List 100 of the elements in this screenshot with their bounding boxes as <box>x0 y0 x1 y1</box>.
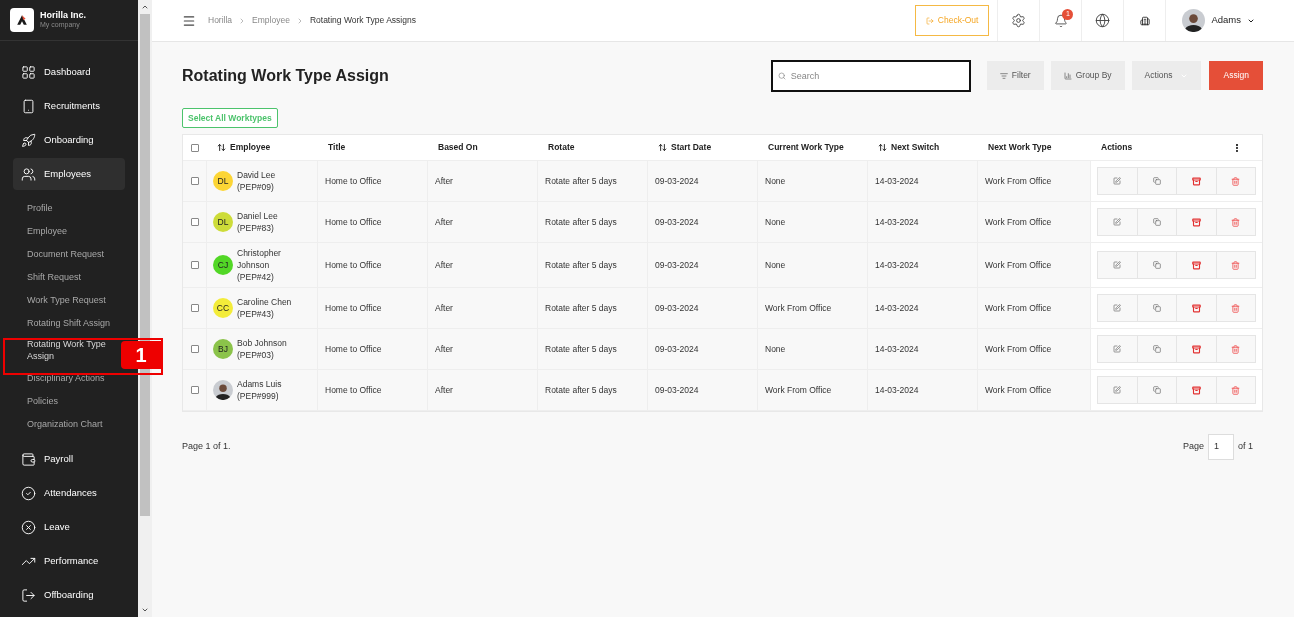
sidebar-subitem[interactable]: Work Type Request <box>0 288 138 311</box>
edit-icon <box>1113 261 1122 269</box>
sidebar-subitem[interactable]: Profile <box>0 196 138 219</box>
sidebar-item[interactable]: Onboarding <box>13 124 125 156</box>
column-header: Next Switch <box>891 141 940 154</box>
checkbox[interactable] <box>191 143 199 152</box>
column-header: Next Work Type <box>988 141 1052 154</box>
table-cell: Work From Office <box>985 258 1052 272</box>
table-cell: 09-03-2024 <box>655 383 699 397</box>
checkbox[interactable] <box>190 304 199 312</box>
archive-icon <box>1191 217 1201 227</box>
table-cell: Rotate after 5 days <box>545 383 617 397</box>
sidebar-subitem[interactable]: Shift Request <box>0 265 138 288</box>
actions-button[interactable]: Actions <box>1131 61 1202 90</box>
checkbox[interactable] <box>190 386 199 394</box>
delete-icon <box>1231 260 1241 270</box>
checkbox[interactable] <box>190 261 199 269</box>
users-icon <box>21 166 36 182</box>
sidebar-subitem[interactable]: Document Request <box>0 242 138 265</box>
sort-icon[interactable] <box>658 143 667 152</box>
sidebar-item[interactable]: Recruitments <box>13 90 125 122</box>
breadcrumb-link[interactable]: Employee <box>252 14 290 27</box>
employee-name: Caroline Chen <box>237 296 293 308</box>
table-cell: 09-03-2024 <box>655 301 699 315</box>
column-header: Actions <box>1101 141 1133 154</box>
step-badge: 1 <box>121 341 161 369</box>
filter-icon <box>999 71 1008 80</box>
table-cell: Work From Office <box>985 301 1052 315</box>
scrollbar[interactable] <box>138 0 152 617</box>
search-field[interactable]: Search <box>770 59 971 92</box>
table-cell: None <box>765 342 786 356</box>
sort-icon[interactable] <box>217 143 226 152</box>
table-cell: None <box>765 174 786 188</box>
employee-name: Bob Johnson <box>237 337 288 349</box>
table-cell: Work From Office <box>765 383 832 397</box>
menu-icon[interactable] <box>182 13 196 28</box>
table-cell: 14-03-2024 <box>875 383 919 397</box>
x-circle-icon <box>21 519 36 535</box>
company-logo <box>10 8 34 32</box>
sidebar-subitem[interactable]: Disciplinary Actions <box>0 366 138 389</box>
sidebar-item[interactable]: Offboarding <box>13 579 125 611</box>
sidebar-subitem[interactable]: Policies <box>0 389 138 412</box>
table-cell: 09-03-2024 <box>655 174 699 188</box>
table-cell: Rotate after 5 days <box>545 258 617 272</box>
edit-icon <box>1113 177 1122 185</box>
checkbox[interactable] <box>190 345 199 353</box>
sidebar-subitem[interactable]: Rotating Work Type Assign <box>0 334 118 366</box>
wallet-icon <box>21 451 36 467</box>
table-cell: 09-03-2024 <box>655 342 699 356</box>
copy-icon <box>1152 261 1161 269</box>
exit-icon <box>21 587 36 603</box>
table-cell: 14-03-2024 <box>875 215 919 229</box>
column-header: Current Work Type <box>768 141 844 154</box>
table-cell: 09-03-2024 <box>655 215 699 229</box>
sidebar-item[interactable]: Performance <box>13 545 125 577</box>
table-cell: After <box>435 383 453 397</box>
table-cell: After <box>435 215 453 229</box>
sidebar-item[interactable]: Leave <box>13 511 125 543</box>
table-cell: Work From Office <box>985 215 1052 229</box>
sidebar-subitem[interactable]: Organization Chart <box>0 412 138 435</box>
grid-icon <box>21 64 36 80</box>
rocket-icon <box>21 132 36 148</box>
check-circle-icon <box>21 485 36 501</box>
filter-button[interactable]: Filter <box>986 61 1044 90</box>
delete-icon <box>1231 303 1241 313</box>
checkbox[interactable] <box>190 177 199 185</box>
page-input[interactable]: 1 <box>1208 434 1234 460</box>
table-cell: Work From Office <box>985 383 1052 397</box>
sidebar-item[interactable]: Attendances <box>13 477 125 509</box>
table-cell: After <box>435 342 453 356</box>
checkbox[interactable] <box>190 218 199 226</box>
sidebar-subitem[interactable]: Rotating Shift Assign <box>0 311 138 334</box>
column-header: Based On <box>438 141 478 154</box>
table-cell: Rotate after 5 days <box>545 301 617 315</box>
table-cell: Work From Office <box>985 174 1052 188</box>
assign-button[interactable]: Assign <box>1209 61 1263 90</box>
table-cell: Home to Office <box>325 301 382 315</box>
breadcrumb-link[interactable]: Horilla <box>208 14 233 27</box>
table-cell: Work From Office <box>765 301 832 315</box>
table-cell: 14-03-2024 <box>875 258 919 272</box>
avatar-initials: CC <box>213 298 233 318</box>
scroll-down-icon[interactable] <box>141 606 149 614</box>
sidebar-item[interactable]: Employees <box>13 158 125 190</box>
employee-name: Christopher Johnson <box>237 247 282 271</box>
scroll-up-icon[interactable] <box>141 3 149 11</box>
delete-icon <box>1231 217 1241 227</box>
table-cell: None <box>765 215 786 229</box>
table-cell: Home to Office <box>325 215 382 229</box>
copy-icon <box>1152 177 1161 185</box>
sidebar-item[interactable]: Payroll <box>13 443 125 475</box>
breadcrumb-link[interactable]: Rotating Work Type Assigns <box>309 14 416 27</box>
sort-icon[interactable] <box>878 143 887 152</box>
page-title: Rotating Work Type Assign <box>182 65 389 86</box>
user-menu[interactable]: Adams <box>1165 0 1294 41</box>
avatar-icon <box>213 380 233 400</box>
column-header: Title <box>328 141 346 154</box>
group-by-button[interactable]: Group By <box>1050 61 1125 90</box>
sidebar-item[interactable]: Dashboard <box>13 56 125 88</box>
sidebar-subitem[interactable]: Employee <box>0 219 138 242</box>
copy-icon <box>1152 304 1161 312</box>
